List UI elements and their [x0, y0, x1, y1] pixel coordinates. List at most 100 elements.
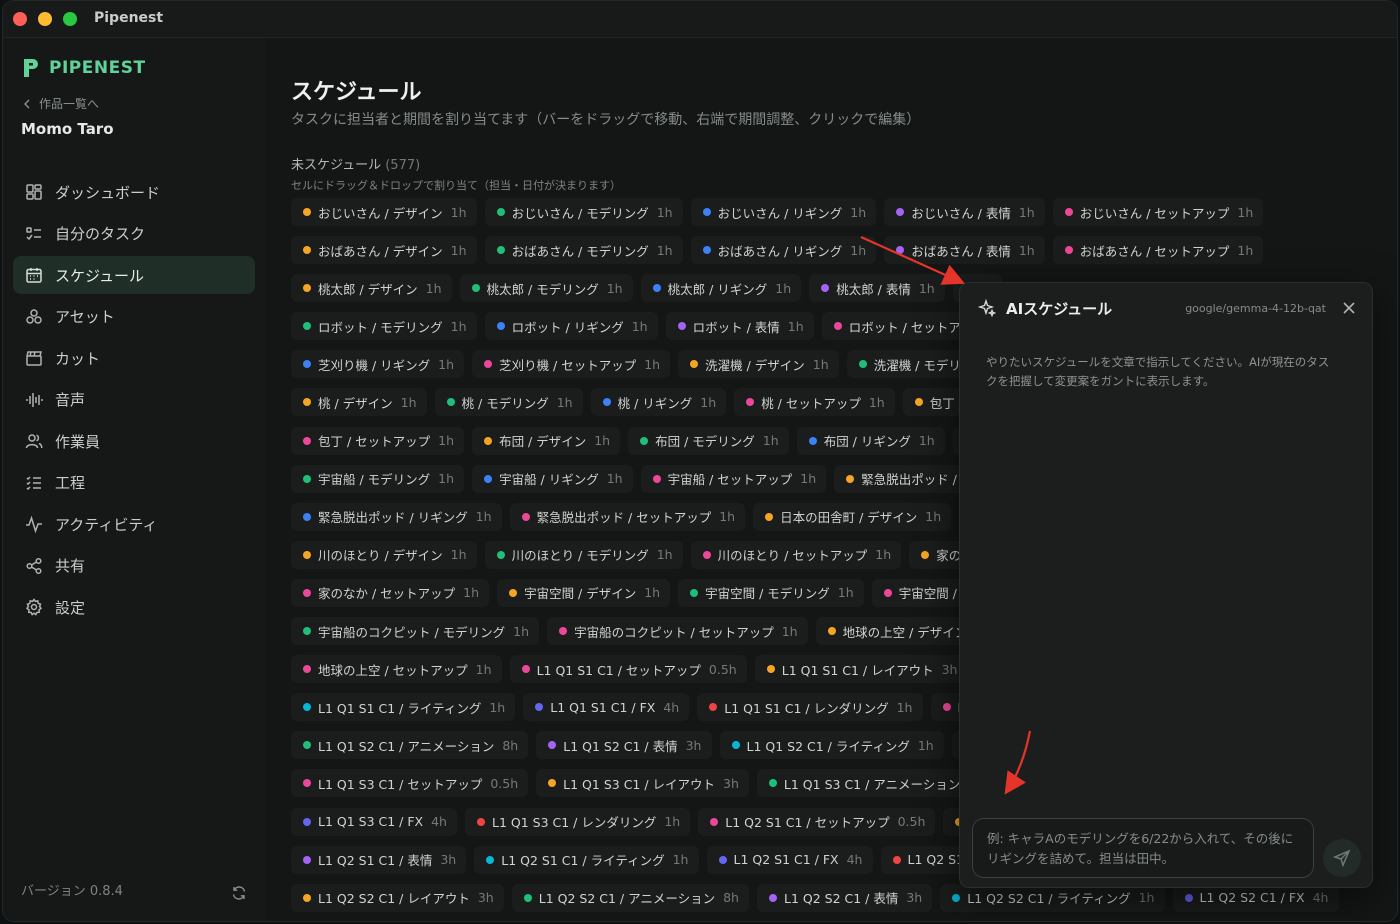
sidebar-item-schedule[interactable]: スケジュール	[13, 256, 255, 294]
task-chip[interactable]: L1 Q2 S2 C1 / アニメーション 8h	[511, 883, 749, 912]
task-chip[interactable]: L1 Q2 S1 C1 / セットアップ 0.5h	[698, 807, 936, 836]
task-chip[interactable]: ロボット / リギング 1h	[484, 312, 658, 341]
task-chip-hours: 4h	[663, 699, 680, 715]
task-chip[interactable]: L1 Q1 S1 C1 / セットアップ 0.5h	[509, 655, 747, 684]
send-button[interactable]	[1323, 839, 1361, 877]
task-chip[interactable]: 家のなか / セットアップ 1h	[291, 578, 490, 607]
task-type-dot	[509, 588, 518, 597]
task-chip[interactable]: L1 Q2 S1 C1 / 表情 3h	[291, 845, 467, 874]
task-chip[interactable]: L1 Q1 S1 C1 / FX 4h	[523, 693, 690, 722]
task-chip[interactable]: 川のほとり / セットアップ 1h	[690, 540, 902, 569]
task-chip[interactable]: 緊急脱出ポッド / リギング 1h	[291, 502, 502, 531]
task-chip[interactable]: 芝刈り機 / セットアップ 1h	[472, 350, 671, 379]
task-chip[interactable]: おじいさん / デザイン 1h	[291, 198, 477, 226]
task-type-dot	[303, 398, 311, 407]
task-chip-label: 日本の田舎町 / デザイン	[780, 510, 918, 526]
sidebar-item-dashboard[interactable]: ダッシュボード	[13, 173, 255, 211]
sidebar-item-label: 共有	[55, 557, 86, 575]
task-chip[interactable]: 布団 / リギング 1h	[796, 426, 945, 455]
task-chip[interactable]: おばあさん / モデリング 1h	[484, 236, 683, 265]
task-chip[interactable]: L1 Q2 S1 C1 / FX 4h	[706, 845, 873, 874]
close-icon[interactable]	[1342, 301, 1356, 315]
task-type-dot	[303, 208, 311, 216]
task-chip-label: おばあさん / モデリング	[511, 243, 649, 259]
task-chip[interactable]: 宇宙船 / モデリング 1h	[291, 464, 465, 493]
task-chip-hours: 1h	[594, 433, 611, 449]
task-chip[interactable]: L1 Q1 S3 C1 / レイアウト 3h	[536, 769, 749, 798]
task-chip[interactable]: ロボット / モデリング 1h	[291, 312, 477, 341]
zoom-window-button[interactable]	[63, 12, 77, 26]
task-chip[interactable]: L1 Q1 S3 C1 / レンダリング 1h	[465, 807, 691, 836]
task-chip-label: 桃 / セットアップ	[761, 395, 861, 411]
task-chip[interactable]: L1 Q1 S1 C1 / レイアウト 3h	[754, 655, 968, 684]
task-chip[interactable]: 地球の上空 / セットアップ 1h	[291, 655, 502, 684]
task-chip[interactable]: 桃 / セットアップ 1h	[734, 388, 895, 417]
task-chip[interactable]: おばあさん / セットアップ 1h	[1052, 236, 1264, 265]
task-chip[interactable]: 芝刈り機 / リギング 1h	[291, 350, 465, 379]
sidebar-item-activity[interactable]: アクティビティ	[13, 505, 255, 543]
task-chip[interactable]: L1 Q1 S3 C1 / FX 4h	[291, 807, 457, 836]
task-chip[interactable]: L1 Q1 S2 C1 / アニメーション 8h	[291, 731, 529, 760]
task-chip[interactable]: L1 Q2 S2 C1 / 表情 3h	[757, 883, 933, 912]
task-chip[interactable]: 布団 / デザイン 1h	[472, 426, 621, 455]
task-chip[interactable]: 桃 / モデリング 1h	[434, 388, 583, 417]
task-chip[interactable]: L1 Q1 S3 C1 / セットアップ 0.5h	[291, 769, 529, 798]
task-type-dot	[765, 512, 774, 521]
task-chip[interactable]: 緊急脱出ポッド / セットアップ 1h	[509, 502, 746, 531]
task-chip[interactable]: 桃太郎 / モデリング 1h	[459, 274, 633, 303]
task-chip[interactable]: L1 Q1 S2 C1 / ライティング 1h	[719, 731, 944, 760]
sidebar-item-cuts[interactable]: カット	[13, 339, 255, 377]
sidebar-item-processes[interactable]: 工程	[13, 464, 255, 502]
task-chip[interactable]: 洗濯機 / デザイン 1h	[678, 350, 839, 379]
task-chip[interactable]: おばあさん / リギング 1h	[690, 236, 877, 265]
task-chip-hours: 8h	[502, 737, 519, 753]
minimize-window-button[interactable]	[38, 12, 52, 26]
task-chip[interactable]: おじいさん / リギング 1h	[690, 198, 877, 226]
ai-prompt-input[interactable]	[972, 818, 1314, 878]
task-chip[interactable]: おじいさん / モデリング 1h	[484, 198, 683, 226]
task-chip[interactable]: おじいさん / セットアップ 1h	[1052, 198, 1264, 226]
task-chip[interactable]: 宇宙船のコクピット / モデリング 1h	[291, 617, 540, 646]
task-chip-hours: 3h	[477, 890, 494, 906]
close-window-button[interactable]	[13, 12, 27, 26]
sidebar-item-share[interactable]: 共有	[13, 547, 255, 585]
task-chip[interactable]: 桃太郎 / リギング 1h	[640, 274, 802, 303]
task-chip[interactable]: 宇宙船 / リギング 1h	[472, 464, 633, 493]
task-chip[interactable]: おばあさん / デザイン 1h	[291, 236, 477, 265]
task-chip[interactable]: 桃 / デザイン 1h	[291, 388, 427, 417]
task-chip[interactable]: 川のほとり / デザイン 1h	[291, 540, 477, 569]
sidebar-item-audio[interactable]: 音声	[13, 381, 255, 419]
task-chip[interactable]: 布団 / モデリング 1h	[628, 426, 789, 455]
task-chip[interactable]: L1 Q2 S2 C1 / レイアウト 3h	[291, 883, 504, 912]
task-chip[interactable]: ロボット / 表情 1h	[665, 312, 814, 341]
sidebar-item-settings[interactable]: 設定	[13, 588, 255, 626]
task-chip[interactable]: L1 Q1 S1 C1 / ライティング 1h	[291, 693, 516, 722]
task-chip[interactable]: 桃太郎 / 表情 1h	[809, 274, 945, 303]
task-chip-label: L1 Q2 S2 C1 / 表情	[784, 891, 899, 907]
task-chip[interactable]: 宇宙空間 / モデリング 1h	[678, 578, 864, 607]
task-type-dot	[303, 474, 311, 483]
task-chip[interactable]: L1 Q1 S1 C1 / レンダリング 1h	[697, 693, 923, 722]
sidebar-item-assets[interactable]: アセット	[13, 298, 255, 336]
task-chip[interactable]: 宇宙船のコクピット / セットアップ 1h	[547, 617, 808, 646]
task-chip[interactable]: おばあさん / 表情 1h	[884, 236, 1045, 265]
brand-name: PIPENEST	[49, 58, 146, 78]
task-chip-label: 川のほとり / デザイン	[318, 548, 443, 564]
task-chip[interactable]: L1 Q2 S1 C1 / ライティング 1h	[474, 845, 699, 874]
task-chip[interactable]: 包丁 / セットアップ 1h	[291, 426, 465, 455]
task-chip[interactable]: L1 Q1 S2 C1 / 表情 3h	[536, 731, 712, 760]
sidebar-item-workers[interactable]: 作業員	[13, 422, 255, 460]
task-chip[interactable]: 桃 / リギング 1h	[590, 388, 727, 417]
sidebar-item-label: カット	[55, 349, 101, 368]
back-to-works-link[interactable]: 作品一覧へ	[23, 95, 99, 112]
task-chip[interactable]: おじいさん / 表情 1h	[884, 198, 1045, 226]
task-chip[interactable]: 川のほとり / モデリング 1h	[484, 540, 683, 569]
task-type-dot	[303, 588, 311, 597]
task-chip[interactable]: 日本の田舎町 / デザイン 1h	[753, 502, 952, 531]
task-chip[interactable]: 宇宙空間 / デザイン 1h	[497, 578, 671, 607]
clapperboard-icon	[26, 351, 42, 366]
task-chip[interactable]: 桃太郎 / デザイン 1h	[291, 274, 452, 303]
refresh-icon[interactable]	[231, 885, 247, 901]
sidebar-item-my-tasks[interactable]: 自分のタスク	[13, 215, 255, 253]
task-chip[interactable]: 宇宙船 / セットアップ 1h	[640, 464, 827, 493]
